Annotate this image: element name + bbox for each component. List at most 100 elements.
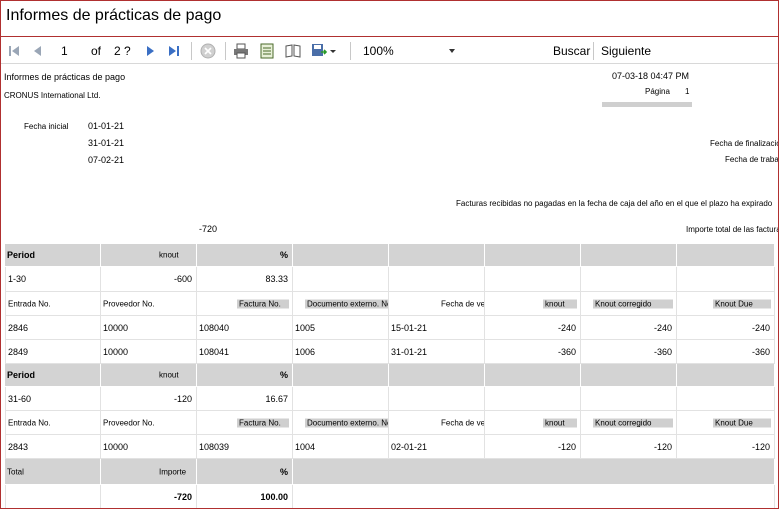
window-title: Informes de prácticas de pago <box>6 7 222 24</box>
table-row: 2849 10000 108041 1006 31-01-21 -360 -36… <box>5 340 775 364</box>
header-cell <box>581 244 677 267</box>
knout-header-cell: knout <box>101 244 197 267</box>
knout-header-cell: knout <box>101 364 197 387</box>
entry-no-cell: 2849 <box>5 340 101 364</box>
period-cell: 31-60 <box>5 387 101 411</box>
vendor-no-header: Proveedor No. <box>101 292 197 316</box>
due-date-header: Fecha de vencimiento <box>389 292 485 316</box>
knout-corrected-cell: -360 <box>581 340 677 364</box>
amount-cell: -600 <box>101 267 197 292</box>
page-number: 1 <box>685 87 690 96</box>
total-header-cell: Total <box>5 459 101 485</box>
knout-corrected-cell: -240 <box>581 316 677 340</box>
empty-cell <box>485 387 581 411</box>
toolbar-separator <box>350 42 351 60</box>
due-date-cell: 31-01-21 <box>389 340 485 364</box>
empty-cell <box>677 387 775 411</box>
total-header-row: Total Importe % <box>5 459 775 485</box>
first-page-icon[interactable] <box>5 42 23 60</box>
page-setup-icon[interactable] <box>284 42 302 60</box>
total-row: -720 100.00 <box>5 485 775 508</box>
knout-corrected-header: Knout corregido <box>581 411 677 435</box>
external-doc-header: Documento externo. No. <box>293 411 389 435</box>
percent-header-cell: % <box>197 244 293 267</box>
knout-corrected-header: Knout corregido <box>581 292 677 316</box>
percent-cell: 16.67 <box>197 387 293 411</box>
external-doc-header: Documento externo. No. <box>293 292 389 316</box>
empty-cell <box>389 387 485 411</box>
external-doc-cell: 1005 <box>293 316 389 340</box>
search-button[interactable]: Buscar <box>553 42 590 60</box>
print-icon[interactable] <box>232 42 250 60</box>
vendor-no-header: Proveedor No. <box>101 411 197 435</box>
work-date: 07-02-21 <box>88 155 125 165</box>
external-doc-cell: 1006 <box>293 340 389 364</box>
last-page-icon[interactable] <box>165 42 183 60</box>
period-cell: 1-30 <box>5 267 101 292</box>
due-date-cell: 02-01-21 <box>389 435 485 459</box>
vendor-no-cell: 10000 <box>101 435 197 459</box>
page-number-input[interactable]: 1 <box>49 42 79 60</box>
report-name: Informes de prácticas de pago <box>4 72 126 82</box>
redacted-text <box>602 102 692 107</box>
due-date-cell: 15-01-21 <box>389 316 485 340</box>
next-page-icon[interactable] <box>141 42 159 60</box>
period-summary-row: 1-30 -600 83.33 <box>5 267 775 292</box>
percent-header-cell: % <box>197 459 293 485</box>
previous-page-icon[interactable] <box>29 42 47 60</box>
search-input[interactable] <box>477 42 533 60</box>
report-page: Informes de prácticas de pago CRONUS Int… <box>2 65 779 508</box>
zoom-select[interactable]: 100% <box>359 42 459 60</box>
table-row: 2846 10000 108040 1005 15-01-21 -240 -24… <box>5 316 775 340</box>
end-date-label: Fecha de finalización <box>710 139 779 148</box>
work-date-label: Fecha de trabajo <box>725 155 779 164</box>
empty-cell <box>293 485 775 508</box>
page-total-label: 2 ? <box>114 44 131 58</box>
vendor-no-cell: 10000 <box>101 340 197 364</box>
amount-cell: -120 <box>101 387 197 411</box>
export-dropdown-chevron-icon[interactable] <box>328 42 338 60</box>
knout-cell: -240 <box>485 316 581 340</box>
export-icon[interactable] <box>310 42 328 60</box>
next-button[interactable]: Siguiente <box>601 42 651 60</box>
report-description: Facturas recibidas no pagadas en la fech… <box>456 199 773 208</box>
empty-cell <box>677 267 775 292</box>
stop-icon[interactable] <box>199 42 217 60</box>
toolbar-separator <box>225 42 226 60</box>
page-of-label: of <box>91 44 102 58</box>
print-layout-icon[interactable] <box>258 42 276 60</box>
zoom-dropdown-icon <box>449 49 455 53</box>
entry-no-cell: 2846 <box>5 316 101 340</box>
period-summary-row: 31-60 -120 16.67 <box>5 387 775 411</box>
knout-cell: -360 <box>485 340 581 364</box>
percent-header-cell: % <box>197 364 293 387</box>
toolbar-separator <box>593 42 594 60</box>
header-cell <box>677 244 775 267</box>
start-date: 01-01-21 <box>88 121 125 131</box>
total-invoices-label: Importe total de las facturas <box>686 225 779 234</box>
knout-due-header: Knout Due <box>677 411 775 435</box>
header-cell <box>485 244 581 267</box>
header-cell <box>293 244 389 267</box>
page-label: Página <box>645 87 670 96</box>
empty-cell <box>5 485 101 508</box>
zoom-value: 100% <box>363 44 394 58</box>
period-header-row: Period knout % <box>5 364 775 387</box>
empty-cell <box>581 387 677 411</box>
empty-cell <box>581 267 677 292</box>
invoice-no-header: Factura No. <box>197 292 293 316</box>
invoice-no-cell: 108040 <box>197 316 293 340</box>
period-header-cell: Period <box>5 364 101 387</box>
external-doc-cell: 1004 <box>293 435 389 459</box>
knout-due-header: Knout Due <box>677 292 775 316</box>
percent-cell: 83.33 <box>197 267 293 292</box>
entry-no-cell: 2843 <box>5 435 101 459</box>
invoice-no-cell: 108039 <box>197 435 293 459</box>
invoice-no-header: Factura No. <box>197 411 293 435</box>
total-invoices-value: -720 <box>199 224 218 234</box>
title-bar: Informes de prácticas de pago <box>1 1 778 37</box>
total-amount-cell: -720 <box>101 485 197 508</box>
report-toolbar: 1 of 2 ? 100% Buscar Siguiente <box>1 38 778 64</box>
report-viewer-window: Informes de prácticas de pago 1 of 2 ? 1… <box>0 0 779 509</box>
end-date: 31-01-21 <box>88 138 125 148</box>
